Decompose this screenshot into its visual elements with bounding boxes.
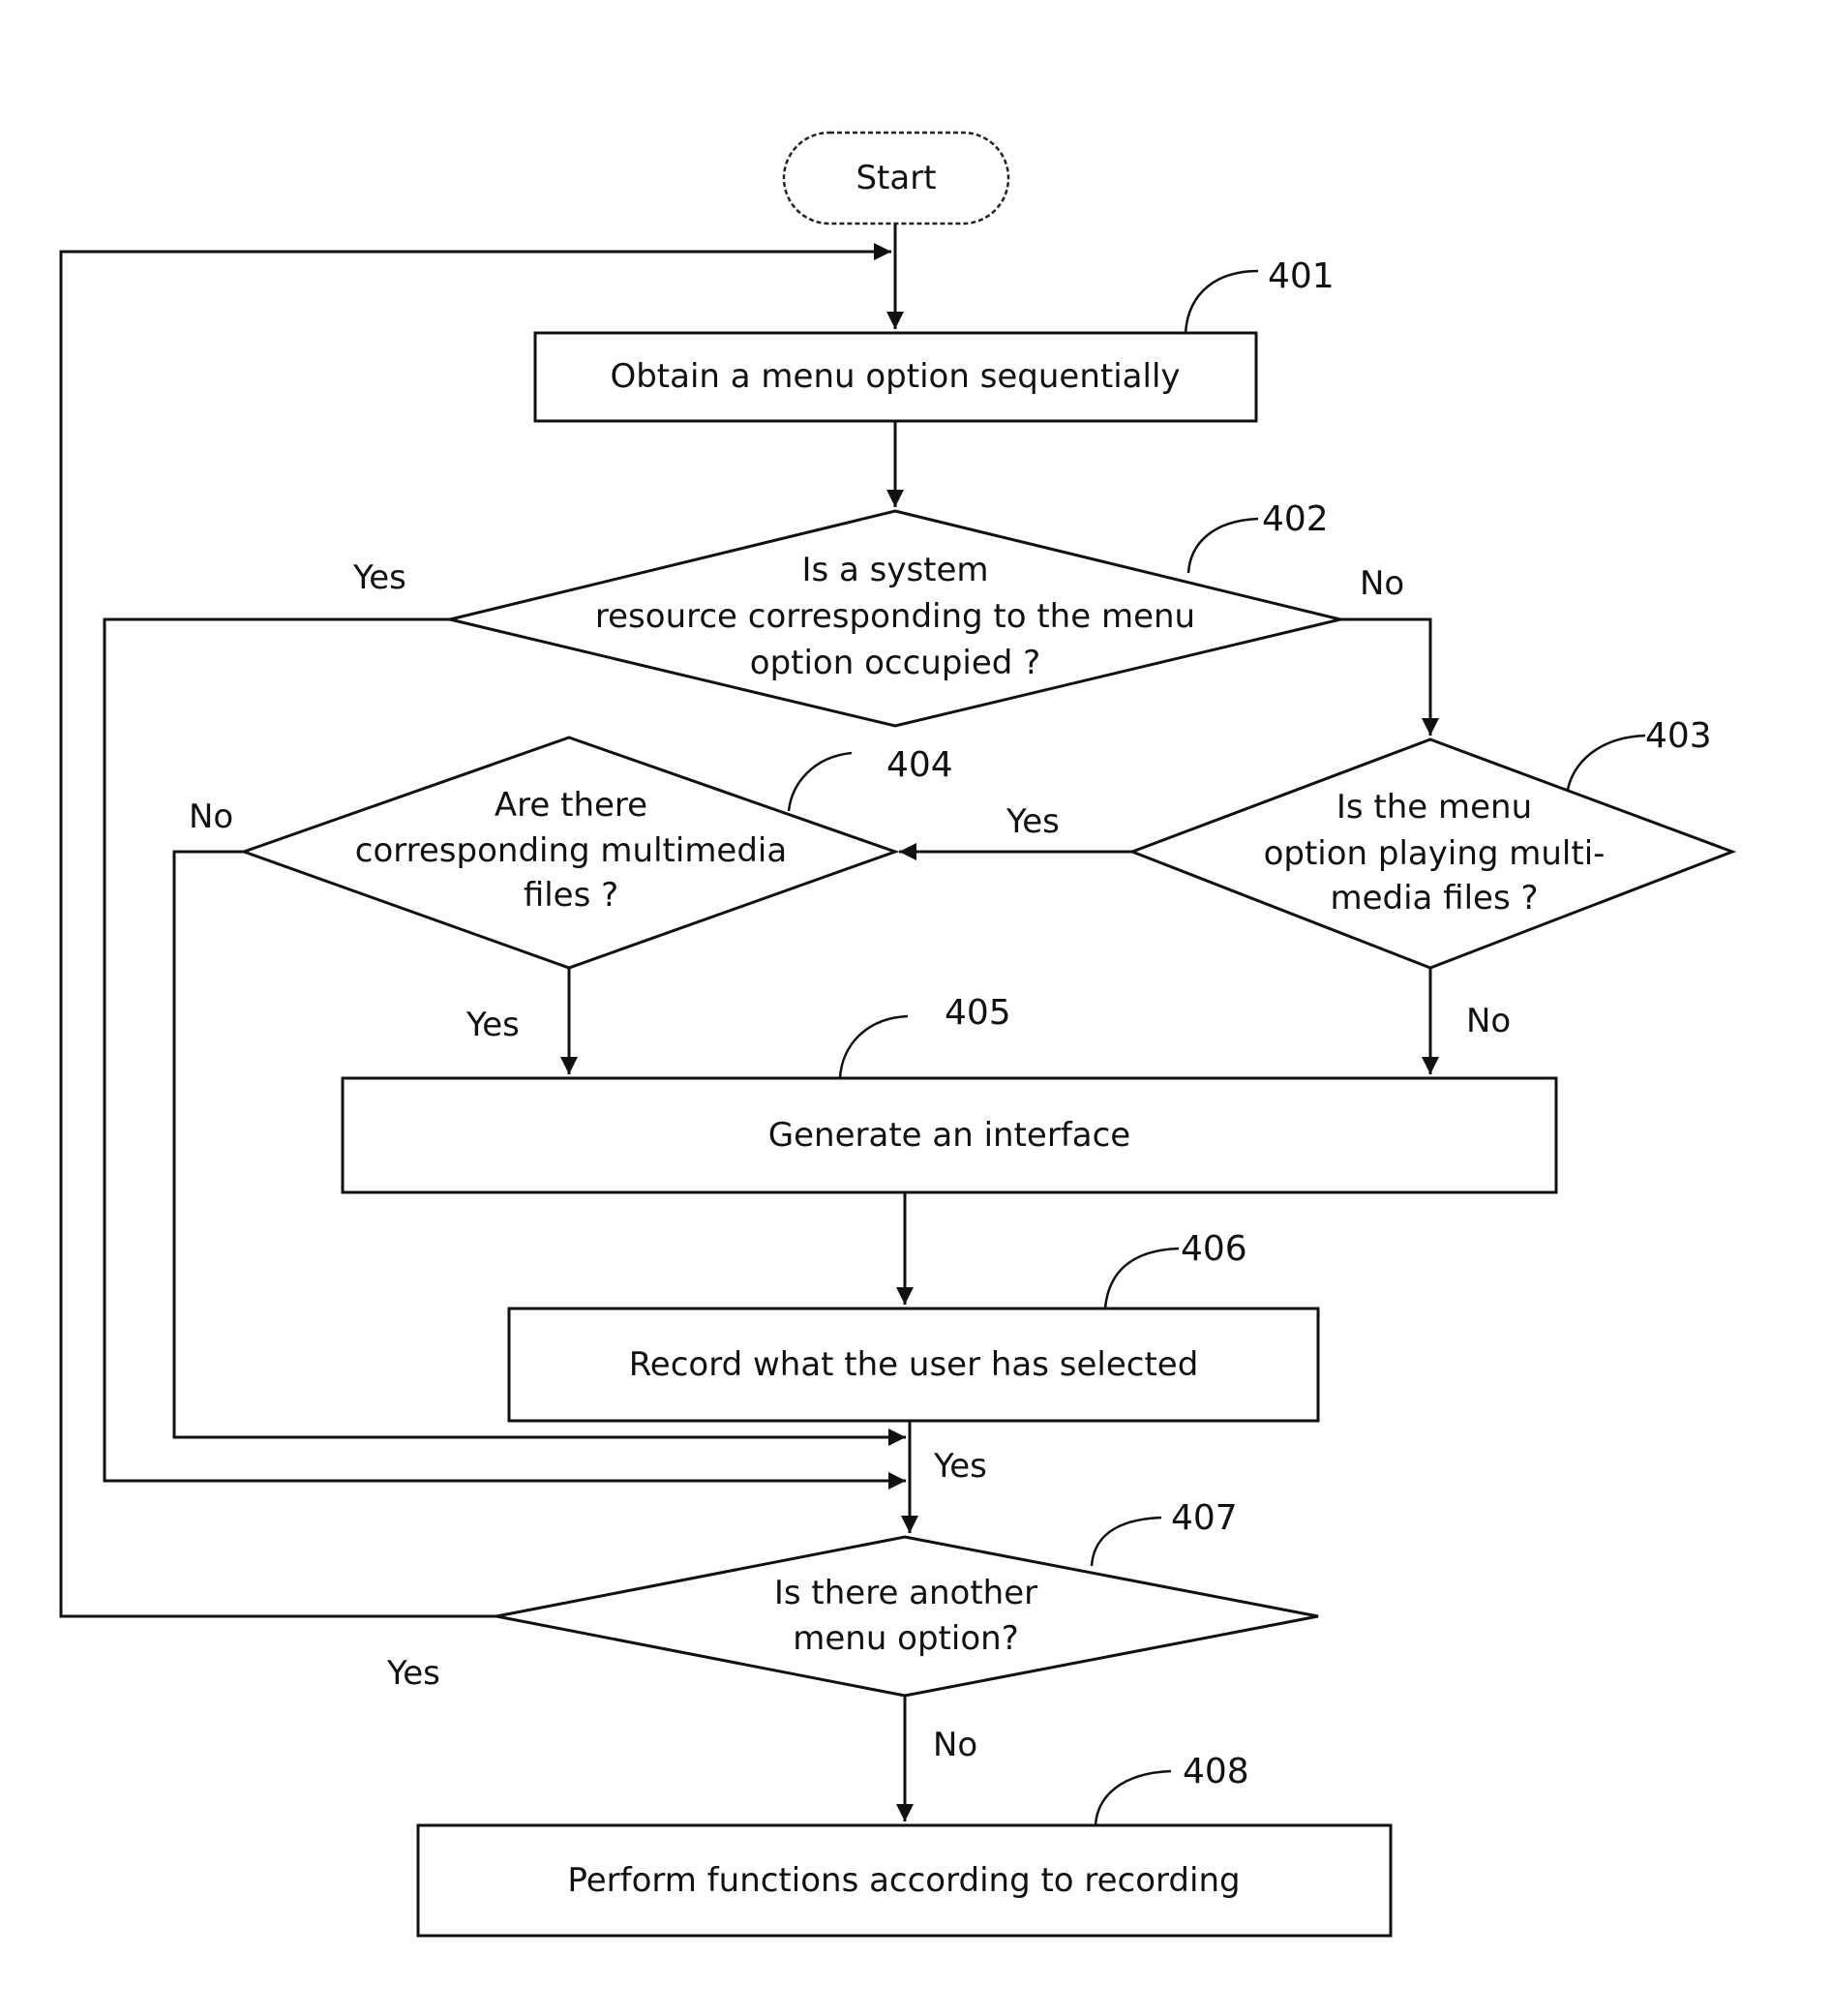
decision-402-line-3: option occupied ?: [750, 644, 1040, 682]
decision-407-line-1: Is there another: [774, 1574, 1037, 1612]
decision-402-line-2: resource corresponding to the menu: [595, 597, 1195, 636]
leader-401: [1184, 269, 1259, 334]
start-label: Start: [855, 159, 936, 197]
decision-402-line-1: Is a system: [801, 551, 988, 589]
label-404-no: No: [189, 797, 233, 836]
leader-408: [1094, 1769, 1172, 1826]
process-406: Record what the user has selected: [507, 1307, 1320, 1423]
leader-403: [1566, 734, 1646, 791]
process-405: Generate an interface: [341, 1076, 1558, 1194]
decision-403-line-2: option playing multi-: [1264, 834, 1606, 873]
ref-406: 406: [1181, 1229, 1247, 1269]
ref-402: 402: [1262, 499, 1329, 539]
process-408: Perform functions according to recording: [416, 1823, 1393, 1938]
label-407-yes: Yes: [386, 1654, 440, 1693]
leader-405: [838, 1014, 909, 1079]
decision-407: Is there another menu option?: [495, 1535, 1319, 1698]
start-terminal: Start: [782, 131, 1010, 226]
ref-405: 405: [945, 993, 1011, 1033]
process-401: Obtain a menu option sequentially: [533, 331, 1258, 423]
ref-403: 403: [1645, 716, 1712, 756]
label-404-yes: Yes: [465, 1006, 520, 1044]
leader-404: [787, 751, 853, 812]
decision-402: Is a system resource corresponding to th…: [449, 509, 1341, 728]
process-405-text: Generate an interface: [768, 1116, 1130, 1155]
ref-401: 401: [1268, 256, 1335, 296]
decision-403-line-3: media files ?: [1330, 879, 1538, 918]
process-401-text: Obtain a menu option sequentially: [610, 357, 1180, 396]
process-406-text: Record what the user has selected: [629, 1345, 1199, 1384]
ref-404: 404: [886, 745, 953, 785]
decision-404-line-1: Are there: [495, 786, 647, 825]
leader-406: [1103, 1247, 1180, 1309]
decision-404-line-2: corresponding multimedia: [355, 831, 787, 870]
flowchart: Start Obtain a menu option sequentially …: [59, 131, 1737, 1938]
process-408-text: Perform functions according to recording: [567, 1861, 1240, 1900]
decision-404-line-3: files ?: [524, 876, 618, 915]
ref-407: 407: [1171, 1498, 1238, 1538]
label-403-yes: Yes: [1006, 802, 1060, 841]
label-403-no: No: [1466, 1002, 1511, 1040]
ref-408: 408: [1183, 1752, 1249, 1791]
label-407-no: No: [933, 1726, 977, 1764]
decision-404: Are there corresponding multimedia files…: [239, 736, 900, 970]
label-402-yes: Yes: [352, 558, 406, 597]
label-406-yes: Yes: [933, 1447, 987, 1486]
label-402-no: No: [1360, 564, 1404, 603]
decision-407-line-2: menu option?: [793, 1619, 1019, 1658]
decision-403: Is the menu option playing multi- media …: [1127, 737, 1737, 970]
leader-407: [1090, 1516, 1162, 1567]
edge-402-no-to-403: [1340, 617, 1439, 736]
decision-403-line-1: Is the menu: [1336, 788, 1532, 827]
leader-402: [1186, 517, 1259, 574]
